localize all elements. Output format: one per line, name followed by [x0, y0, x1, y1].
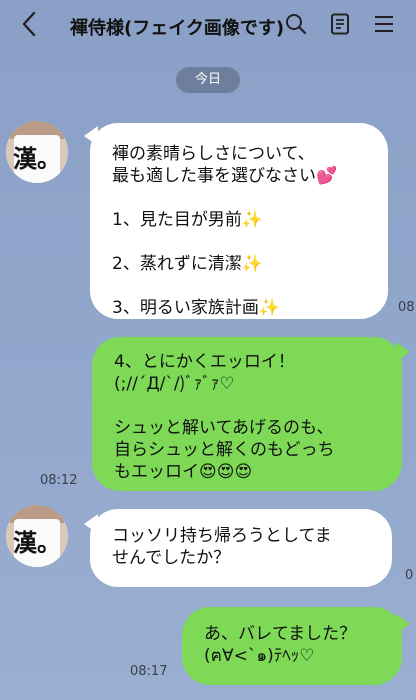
- notes-icon[interactable]: [328, 12, 352, 36]
- message-bubble[interactable]: あ、バレてました？ (ฅ∀<`๑)ﾃﾍｯ♡: [182, 607, 402, 685]
- message-time: 0: [405, 568, 414, 583]
- message-time: 08: [398, 300, 415, 315]
- avatar-image: 漢。: [6, 121, 68, 183]
- avatar-lettering: 漢。: [13, 144, 61, 173]
- message-bubble[interactable]: 褌の素晴らしさについて、 最も適した事を選びなさい💕 1、見た目が男前✨ 2、蒸…: [90, 123, 388, 319]
- chat-title: 褌侍様(フェイク画像です): [70, 18, 285, 39]
- date-separator: 今日: [176, 67, 240, 93]
- chat-header: 褌侍様(フェイク画像です): [0, 0, 416, 52]
- avatar-image: 漢。: [6, 505, 68, 567]
- message-bubble[interactable]: コッソリ持ち帰ろうとしてま せんでしたか？: [90, 509, 392, 587]
- message-time: 08:12: [40, 473, 78, 488]
- message-bubble[interactable]: 4、とにかくエッロイ！ (;//´Д/`/)ﾞｧﾞｧ♡ シュッと解いてあげるのも…: [92, 337, 402, 491]
- menu-icon[interactable]: [372, 12, 396, 36]
- sender-avatar[interactable]: 漢。: [6, 121, 68, 183]
- sender-avatar[interactable]: 漢。: [6, 505, 68, 567]
- back-arrow-icon[interactable]: [18, 10, 42, 38]
- message-time: 08:17: [130, 664, 168, 679]
- avatar-lettering: 漢。: [13, 528, 61, 557]
- search-icon[interactable]: [284, 12, 308, 36]
